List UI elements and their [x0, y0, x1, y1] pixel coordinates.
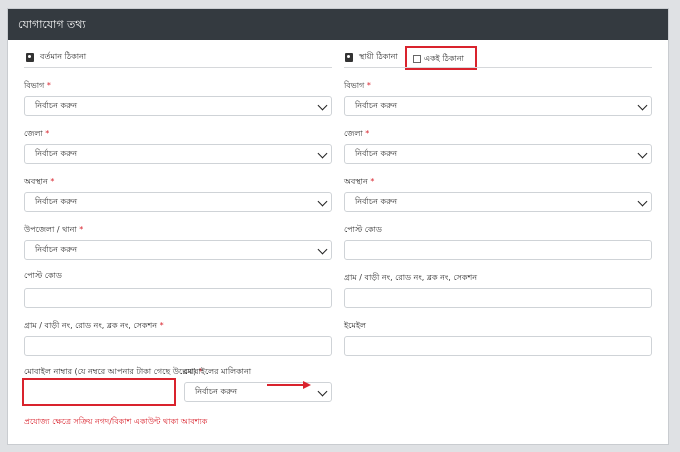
- permanent-postcode-input[interactable]: [344, 240, 652, 260]
- present-location-select[interactable]: নির্বাচন করুন: [24, 192, 332, 212]
- permanent-postcode-label: পোস্ট কোড: [344, 225, 382, 234]
- present-district-label: জেলা *: [24, 129, 50, 138]
- requirement-note: প্রযোজ্য ক্ষেত্রে সক্রিয় নগদ/বিকাশ একাউ…: [24, 417, 208, 426]
- permanent-district-label: জেলা *: [344, 129, 370, 138]
- address-book-icon: [345, 53, 353, 62]
- mobile-ownership-label: মোবাইলের মালিকানা: [184, 367, 252, 376]
- permanent-address-title-text: স্থায়ী ঠিকানা: [359, 52, 398, 61]
- chevron-down-icon: [317, 244, 328, 255]
- chevron-down-icon: [317, 386, 328, 397]
- chevron-down-icon: [317, 100, 328, 111]
- email-input[interactable]: [344, 336, 652, 356]
- present-address-label: গ্রাম / বাড়ী নং, রোড নং, ব্লক নং, সেকশন…: [24, 321, 164, 330]
- present-district-select[interactable]: নির্বাচন করুন: [24, 144, 332, 164]
- permanent-district-select[interactable]: নির্বাচন করুন: [344, 144, 652, 164]
- mobile-number-highlight: [22, 378, 176, 406]
- chevron-down-icon: [317, 196, 328, 207]
- permanent-division-label: বিভাগ *: [344, 81, 371, 90]
- permanent-location-label: অবস্থান *: [344, 177, 375, 186]
- present-postcode-label: পোস্ট কোড: [24, 271, 62, 280]
- annotation-arrow: [267, 384, 303, 386]
- chevron-down-icon: [317, 148, 328, 159]
- email-label: ইমেইল: [344, 321, 366, 330]
- chevron-down-icon: [637, 100, 648, 111]
- present-division-label: বিভাগ *: [24, 81, 51, 90]
- checkbox-icon[interactable]: [413, 54, 421, 63]
- section-divider: [344, 67, 652, 68]
- present-location-label: অবস্থান *: [24, 177, 55, 186]
- present-address-input[interactable]: [24, 336, 332, 356]
- same-address-checkbox[interactable]: একই ঠিকানা: [413, 53, 464, 66]
- annotation-arrow-head: [303, 381, 311, 389]
- chevron-down-icon: [637, 148, 648, 159]
- present-upazila-label: উপজেলা / থানা *: [24, 225, 84, 234]
- present-address-title: বর্তমান ঠিকানা: [26, 51, 86, 64]
- present-upazila-select[interactable]: নির্বাচন করুন: [24, 240, 332, 260]
- present-postcode-input[interactable]: [24, 288, 332, 308]
- permanent-address-title: স্থায়ী ঠিকানা: [345, 51, 398, 64]
- chevron-down-icon: [637, 196, 648, 207]
- permanent-address-label: গ্রাম / বাড়ী নং, রোড নং, ব্লক নং, সেকশন: [344, 273, 478, 282]
- present-division-select[interactable]: নির্বাচন করুন: [24, 96, 332, 116]
- permanent-division-select[interactable]: নির্বাচন করুন: [344, 96, 652, 116]
- card-header-title: যোগাযোগ তথ্য: [8, 9, 668, 40]
- permanent-address-input[interactable]: [344, 288, 652, 308]
- present-address-title-text: বর্তমান ঠিকানা: [40, 52, 87, 61]
- permanent-location-select[interactable]: নির্বাচন করুন: [344, 192, 652, 212]
- section-divider: [24, 67, 332, 68]
- address-book-icon: [26, 53, 34, 62]
